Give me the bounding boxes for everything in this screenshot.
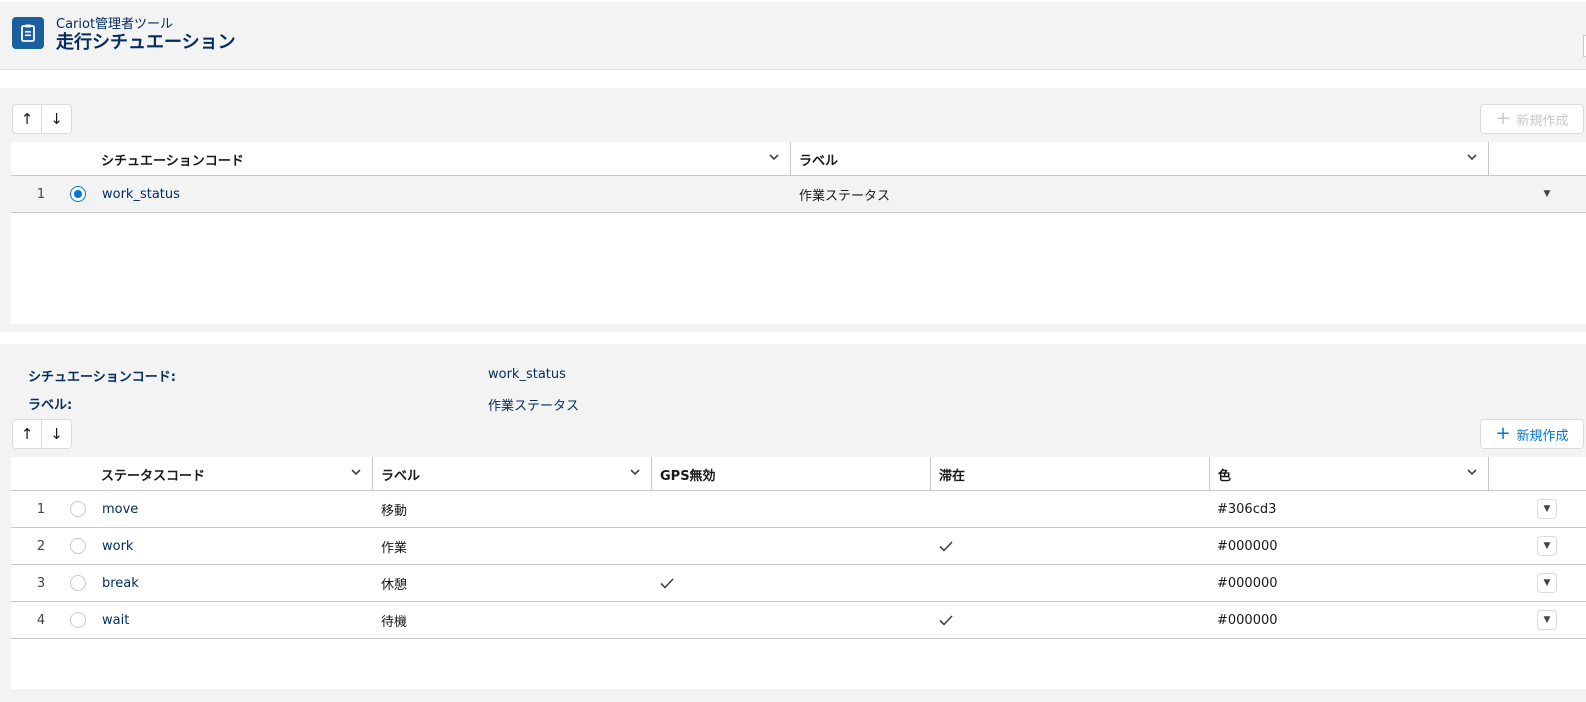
plus-icon: + [1495,423,1511,444]
situation-code-cell: work_status [102,186,180,202]
row-number: 3 [36,575,46,591]
status-color-cell: #000000 [1217,575,1278,591]
row-action-menu[interactable]: ▼ [1537,610,1557,630]
move-down-button[interactable]: ↓ [42,419,72,449]
column-label[interactable]: ラベル [790,142,1488,176]
table-row[interactable]: 1 move 移動 #306cd3 ▼ [11,491,1586,528]
detail-label-value: 作業ステータス [488,399,580,414]
app-name: Cariot管理者ツール [56,17,174,32]
column-actions [1488,457,1568,491]
column-situation-code[interactable]: シチュエーションコード [93,142,790,176]
detail-label-label: ラベル: [28,398,73,413]
column-situation-code-label: シチュエーションコード [101,153,244,169]
row-action-menu[interactable]: ▼ [1537,573,1557,593]
column-gps-disabled-label: GPS無効 [660,468,716,484]
move-up-button[interactable]: ↑ [12,104,42,134]
column-gps-disabled: GPS無効 [651,457,930,491]
column-status-label-label: ラベル [381,468,421,484]
column-status-code[interactable]: ステータスコード [93,457,372,491]
table-row[interactable]: 1 work_status 作業ステータス ▼ [11,176,1586,213]
situation-label-cell: 作業ステータス [799,188,891,204]
column-actions [1488,142,1568,176]
column-stay-label: 滞在 [939,468,966,484]
column-stay: 滞在 [930,457,1209,491]
status-color-cell: #306cd3 [1217,501,1277,517]
chevron-down-icon[interactable] [629,466,641,481]
column-color-label: 色 [1218,468,1232,484]
status-label-cell: 作業 [381,540,408,556]
detail-code-value: work_status [488,367,566,382]
column-status-code-label: ステータスコード [101,468,206,484]
status-color-cell: #000000 [1217,538,1278,554]
situations-sort-group: ↑ ↓ [12,104,72,134]
table-row[interactable]: 3 break 休憩 #000000 ▼ [11,565,1586,602]
status-label-cell: 休憩 [381,577,408,593]
new-status-label: 新規作成 [1516,428,1569,444]
row-action-menu[interactable]: ▼ [1537,536,1557,556]
row-action-menu[interactable]: ▼ [1537,499,1557,519]
statuses-panel: シチュエーションコード: work_status ラベル: 作業ステータス ↑ … [0,344,1586,702]
row-number: 1 [36,501,46,517]
situations-table-header: シチュエーションコード ラベル [11,142,1586,176]
page-header: Cariot管理者ツール 走行シチュエーション [0,2,1586,70]
status-code-cell: move [102,501,139,517]
chevron-down-icon[interactable] [1466,151,1478,166]
row-select-radio[interactable] [70,538,86,554]
checkmark-icon [659,565,675,601]
statuses-sort-group: ↑ ↓ [12,419,72,449]
situations-panel: ↑ ↓ + 新規作成 シチュエーションコード ラベル 1 work_status… [0,88,1586,332]
column-label-label: ラベル [799,153,839,169]
status-code-cell: work [102,538,134,554]
statuses-table-header: ステータスコード ラベル GPS無効 滞在 色 [11,457,1586,491]
row-number: 2 [36,538,46,554]
page-title: 走行シチュエーション [56,32,236,53]
statuses-table: ステータスコード ラベル GPS無効 滞在 色 1 move 移動 #306cd… [11,457,1586,689]
row-action-menu[interactable]: ▼ [1537,184,1557,204]
row-select-radio[interactable] [70,186,86,202]
column-status-label[interactable]: ラベル [372,457,651,491]
status-label-cell: 移動 [381,503,408,519]
column-color[interactable]: 色 [1209,457,1488,491]
new-status-button[interactable]: + 新規作成 [1480,419,1584,449]
move-down-button[interactable]: ↓ [42,104,72,134]
row-select-radio[interactable] [70,575,86,591]
status-color-cell: #000000 [1217,612,1278,628]
clipboard-icon [12,17,44,49]
status-label-cell: 待機 [381,614,408,630]
plus-icon: + [1495,108,1511,129]
new-situation-label: 新規作成 [1516,113,1569,129]
row-number: 1 [36,186,46,202]
table-row[interactable]: 2 work 作業 #000000 ▼ [11,528,1586,565]
chevron-down-icon[interactable] [350,466,362,481]
status-code-cell: break [102,575,139,591]
row-select-radio[interactable] [70,501,86,517]
new-situation-button[interactable]: + 新規作成 [1480,104,1584,134]
chevron-down-icon[interactable] [768,151,780,166]
situations-table: シチュエーションコード ラベル 1 work_status 作業ステータス ▼ [11,142,1586,324]
checkmark-icon [938,528,954,564]
checkmark-icon [938,602,954,638]
row-number: 4 [36,612,46,628]
detail-code-label: シチュエーションコード: [28,370,176,385]
status-code-cell: wait [102,612,130,628]
chevron-down-icon[interactable] [1466,466,1478,481]
table-row[interactable]: 4 wait 待機 #000000 ▼ [11,602,1586,639]
row-select-radio[interactable] [70,612,86,628]
move-up-button[interactable]: ↑ [12,419,42,449]
